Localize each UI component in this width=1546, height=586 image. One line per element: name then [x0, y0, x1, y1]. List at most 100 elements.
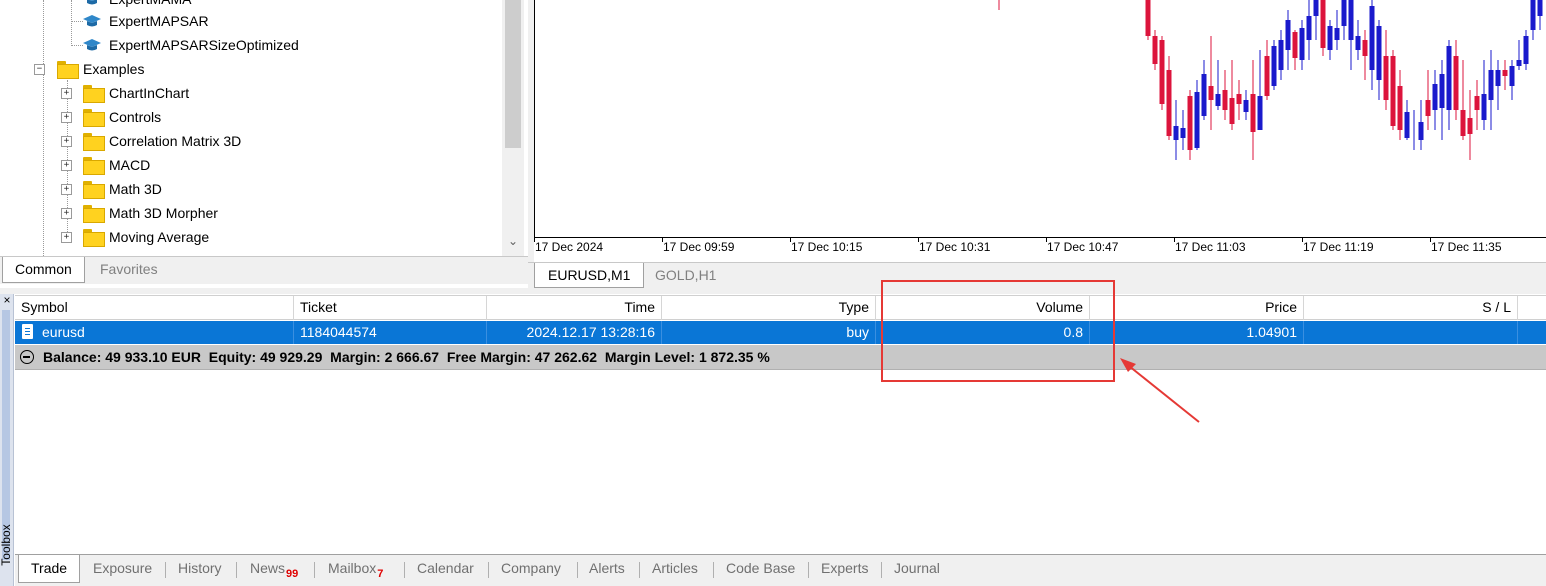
candle-body	[1439, 74, 1445, 108]
annotation-arrow	[1120, 358, 1200, 423]
tab-mailbox-label: Mailbox	[328, 560, 377, 576]
panel-splitter[interactable]	[0, 288, 1546, 294]
candle-body	[1278, 40, 1284, 70]
candle-body	[1264, 56, 1270, 96]
candle-body	[1467, 118, 1473, 134]
tab-eurusd-m1[interactable]: EURUSD,M1	[534, 263, 645, 288]
tab-exposure[interactable]: Exposure	[81, 555, 164, 583]
candle-body	[1502, 70, 1508, 76]
graduation-cap-icon	[87, 0, 97, 5]
tab-company[interactable]: Company	[489, 555, 573, 583]
candle-body	[1187, 96, 1193, 150]
tab-gold-h1[interactable]: GOLD,H1	[642, 263, 729, 288]
candle-body	[1243, 100, 1249, 112]
candlestick-chart	[998, 0, 1543, 160]
expand-icon[interactable]: +	[61, 112, 72, 123]
column-type[interactable]: Type	[662, 296, 876, 320]
candle-body	[1159, 40, 1165, 104]
candle-body	[1516, 60, 1522, 66]
column-ticket[interactable]: Ticket	[294, 296, 487, 320]
tree-item-label: Correlation Matrix 3D	[109, 133, 242, 149]
chevron-down-icon[interactable]: ⌄	[505, 232, 521, 250]
tab-journal[interactable]: Journal	[882, 555, 952, 583]
candle-body	[1474, 96, 1480, 110]
balance-summary-text: Balance: 49 933.10 EUR Equity: 49 929.29…	[43, 349, 770, 365]
close-icon[interactable]: ×	[1, 294, 13, 306]
tab-trade[interactable]: Trade	[18, 555, 81, 583]
candle-body	[1306, 16, 1312, 40]
candle-body	[1250, 94, 1256, 132]
document-icon	[22, 324, 33, 339]
folder-icon	[83, 181, 105, 199]
cell-type: buy	[662, 321, 876, 344]
candle-body	[1390, 56, 1396, 126]
column-time[interactable]: Time	[487, 296, 662, 320]
tab-code-base[interactable]: Code Base	[714, 555, 807, 583]
candle-body	[1320, 0, 1326, 48]
chart-plot-area[interactable]	[534, 0, 1546, 238]
graduation-cap-icon	[83, 39, 101, 51]
folder-icon	[83, 133, 105, 151]
time-axis-label: 17 Dec 10:15	[791, 240, 863, 254]
tree-item-label: ExpertMAPSAR	[109, 13, 209, 29]
scrollbar-thumb[interactable]	[505, 0, 521, 148]
table-row[interactable]: eurusd 1184044574 2024.12.17 13:28:16 bu…	[15, 321, 1546, 344]
folder-icon	[83, 229, 105, 247]
candle-body	[1194, 92, 1200, 148]
tree-item-label: MACD	[109, 157, 151, 173]
candle-body	[1299, 28, 1305, 60]
candle-body	[1271, 46, 1277, 86]
tab-experts[interactable]: Experts	[809, 555, 880, 583]
toolbox-label: Toolbox	[0, 524, 13, 566]
candle-body	[1355, 36, 1361, 50]
candle-body	[1432, 84, 1438, 110]
tab-common[interactable]: Common	[2, 257, 85, 283]
folder-icon	[83, 157, 105, 175]
collapse-icon[interactable]: −	[34, 64, 45, 75]
tab-mailbox[interactable]: Mailbox7	[316, 555, 395, 583]
tree-item-label: Math 3D	[109, 181, 162, 197]
candle-body	[1313, 0, 1319, 16]
tab-separator	[236, 562, 237, 578]
chart-window: 17 Dec 2024 17 Dec 09:59 17 Dec 10:15 17 De…	[528, 0, 1546, 288]
tree-item-label: Examples	[83, 61, 145, 77]
candle-body	[1180, 128, 1186, 138]
candle-body	[1376, 26, 1382, 80]
balance-summary-row[interactable]: Balance: 49 933.10 EUR Equity: 49 929.29…	[15, 345, 1546, 370]
navigator-scrollbar[interactable]: ⌄	[502, 0, 524, 256]
candle-body	[1404, 112, 1410, 138]
expand-icon[interactable]: +	[61, 136, 72, 147]
candle-body	[1495, 70, 1501, 86]
tab-alerts[interactable]: Alerts	[577, 555, 637, 583]
candle-body	[1229, 98, 1235, 124]
expand-icon[interactable]: +	[61, 208, 72, 219]
tab-news-label: News	[250, 560, 286, 576]
expand-icon[interactable]: +	[61, 88, 72, 99]
candle-body	[1383, 56, 1389, 100]
candle-body	[1173, 126, 1179, 140]
expand-icon[interactable]: +	[61, 160, 72, 171]
candle-body	[1418, 122, 1424, 140]
candle-body	[1334, 28, 1340, 40]
candle-body	[1152, 36, 1158, 64]
candle-body	[1145, 0, 1151, 36]
column-price[interactable]: Price	[1090, 296, 1304, 320]
expand-icon[interactable]: +	[61, 232, 72, 243]
time-axis-label: 17 Dec 11:19	[1303, 240, 1374, 254]
tree-item-label: ChartInChart	[109, 85, 190, 101]
navigator-panel: ExpertMAMA ExpertMAPSAR ExpertMAPSARSize…	[0, 0, 528, 284]
tab-calendar[interactable]: Calendar	[405, 555, 486, 583]
tab-articles[interactable]: Articles	[640, 555, 710, 583]
collapse-circle-icon[interactable]	[20, 350, 34, 364]
column-symbol[interactable]: Symbol	[15, 296, 294, 320]
candle-body	[1327, 26, 1333, 50]
tab-favorites[interactable]: Favorites	[88, 257, 170, 283]
column-sl[interactable]: S / L	[1304, 296, 1518, 320]
cell-sl	[1304, 321, 1518, 344]
tree-item-label: Math 3D Morpher	[109, 205, 218, 221]
tab-history[interactable]: History	[166, 555, 234, 583]
expand-icon[interactable]: +	[61, 184, 72, 195]
tree-item-label: ExpertMAPSARSizeOptimized	[109, 37, 299, 53]
tab-news[interactable]: News99	[238, 555, 310, 583]
folder-icon	[83, 85, 105, 103]
